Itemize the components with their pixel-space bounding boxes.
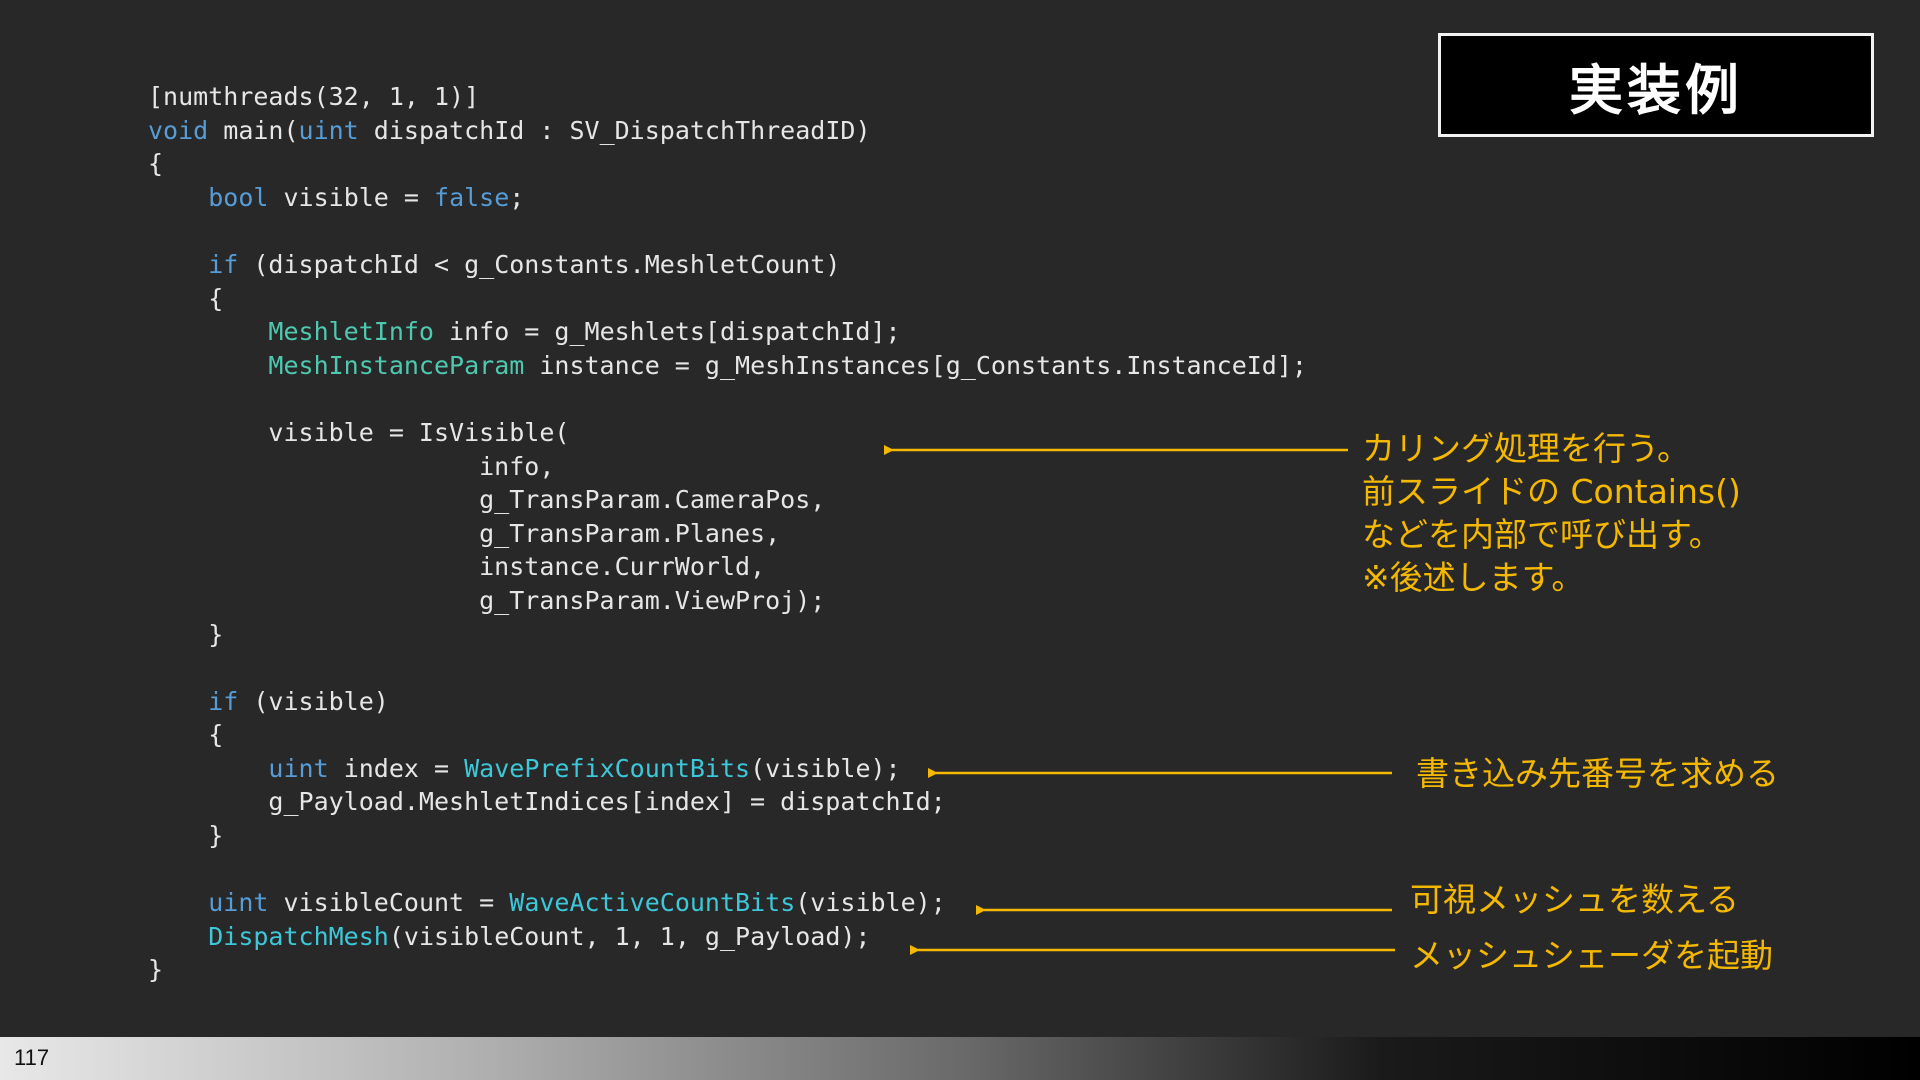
code-token: if — [208, 249, 239, 279]
title-box: 実装例 — [1438, 33, 1874, 137]
code-token: uint — [208, 888, 269, 918]
code-token: bool — [208, 182, 269, 212]
code-token: WaveActiveCountBits — [509, 888, 796, 918]
code-token: { — [148, 720, 224, 750]
footer-bar: 117 — [0, 1037, 1920, 1080]
code-token: visible = IsVisible( — [148, 417, 570, 447]
code-line: { — [148, 718, 1307, 752]
code-token: } — [148, 955, 164, 985]
code-line: [numthreads(32, 1, 1)] — [148, 80, 1307, 114]
annotation-culling: カリング処理を行う。 前スライドの Contains() などを内部で呼び出す。… — [1362, 429, 1741, 597]
code-token: dispatchId : SV_DispatchThreadID) — [358, 115, 871, 145]
code-line: MeshInstanceParam instance = g_MeshInsta… — [148, 349, 1307, 383]
code-token: MeshInstanceParam — [268, 350, 525, 380]
code-line: instance.CurrWorld, — [148, 550, 1307, 584]
annotation-dispatch: メッシュシェーダを起動 — [1410, 936, 1773, 975]
code-line: if (visible) — [148, 685, 1307, 719]
annotation-count-visible: 可視メッシュを数える — [1410, 880, 1740, 919]
code-token: { — [148, 283, 224, 313]
slide-title: 実装例 — [1569, 58, 1743, 122]
code-token: uint — [268, 753, 329, 783]
code-token: index = — [328, 753, 465, 783]
code-token: info = g_Meshlets[dispatchId]; — [434, 317, 901, 347]
code-token: instance = g_MeshInstances[g_Constants.I… — [524, 350, 1307, 380]
code-token: visibleCount = — [268, 888, 510, 918]
code-line: g_TransParam.ViewProj); — [148, 584, 1307, 618]
code-line: void main(uint dispatchId : SV_DispatchT… — [148, 114, 1307, 148]
code-line: } — [148, 953, 1307, 987]
page-number: 117 — [14, 1045, 50, 1070]
code-token: false — [434, 182, 510, 212]
code-token: (visible); — [795, 888, 946, 918]
code-token: if — [208, 686, 239, 716]
code-line: { — [148, 147, 1307, 181]
code-line: bool visible = false; — [148, 181, 1307, 215]
code-token: [numthreads(32, 1, 1)] — [148, 82, 480, 111]
code-token: main( — [208, 115, 299, 145]
code-line: MeshletInfo info = g_Meshlets[dispatchId… — [148, 315, 1307, 349]
code-token: uint — [298, 115, 359, 145]
code-line: } — [148, 618, 1307, 652]
code-line: if (dispatchId < g_Constants.MeshletCoun… — [148, 248, 1307, 282]
code-line: g_TransParam.Planes, — [148, 517, 1307, 551]
slide: 実装例 [numthreads(32, 1, 1)] void main(uint… — [0, 0, 1920, 1080]
code-token: g_TransParam.CameraPos, — [148, 485, 826, 515]
code-token: void — [148, 115, 209, 145]
code-line: g_TransParam.CameraPos, — [148, 483, 1307, 517]
code-token: MeshletInfo — [268, 317, 434, 347]
code-token: } — [148, 619, 224, 649]
annotation-write-index: 書き込み先番号を求める — [1416, 754, 1779, 793]
code-line: g_Payload.MeshletIndices[index] = dispat… — [148, 785, 1307, 819]
code-block: [numthreads(32, 1, 1)] void main(uint dis… — [148, 80, 1307, 987]
code-line: visible = IsVisible( — [148, 416, 1307, 450]
code-line: info, — [148, 450, 1307, 484]
code-token: (dispatchId < g_Constants.MeshletCount) — [238, 249, 841, 279]
code-token: info, — [148, 451, 555, 481]
code-token: WavePrefixCountBits — [464, 753, 751, 783]
code-token: visible = — [268, 182, 435, 212]
code-token: g_Payload.MeshletIndices[index] = dispat… — [148, 787, 946, 817]
code-token: } — [148, 821, 224, 851]
code-token: (visible); — [750, 753, 901, 783]
code-token: { — [148, 149, 164, 179]
code-line: uint visibleCount = WaveActiveCountBits(… — [148, 886, 1307, 920]
code-token: g_TransParam.ViewProj); — [148, 585, 826, 615]
code-token: (visible) — [238, 686, 389, 716]
code-token: g_TransParam.Planes, — [148, 518, 781, 548]
code-line: } — [148, 819, 1307, 853]
code-token: ; — [509, 182, 525, 212]
code-line: { — [148, 282, 1307, 316]
code-line: uint index = WavePrefixCountBits(visible… — [148, 752, 1307, 786]
code-line: DispatchMesh(visibleCount, 1, 1, g_Paylo… — [148, 920, 1307, 954]
code-token: instance.CurrWorld, — [148, 552, 766, 582]
code-token: DispatchMesh — [208, 921, 389, 951]
code-token: (visibleCount, 1, 1, g_Payload); — [388, 921, 871, 951]
